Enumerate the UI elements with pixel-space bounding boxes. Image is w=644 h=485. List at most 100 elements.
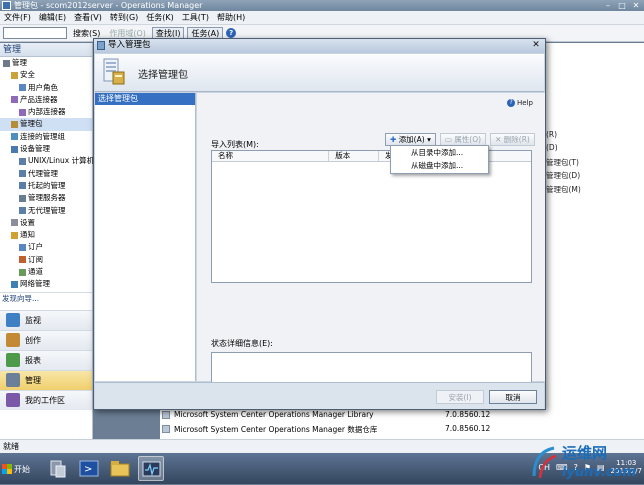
- wunderbar-button-3[interactable]: 管理: [0, 369, 92, 390]
- search-input[interactable]: [3, 27, 67, 39]
- wunderbar: 监视 创作报表管理我的工作区: [0, 309, 92, 410]
- nav-item-label: 管理包: [20, 119, 43, 129]
- operations-console-icon[interactable]: [138, 456, 164, 481]
- import-list-label: 导入列表(M):: [211, 140, 259, 149]
- help-label: Help: [517, 99, 533, 107]
- properties-icon: ▭: [444, 135, 452, 144]
- wunderbar-label: 报表: [25, 355, 41, 365]
- nav-item-label: 安全: [20, 70, 35, 80]
- menu-edit[interactable]: 编辑(E): [37, 12, 72, 23]
- wunderbar-button-2[interactable]: 报表: [0, 349, 92, 370]
- nav-item-17[interactable]: 通道: [0, 266, 92, 278]
- action-item[interactable]: 管理包(T): [546, 157, 579, 168]
- help-link[interactable]: ? Help: [507, 99, 533, 107]
- nav-item-label: 内部连接器: [28, 107, 66, 117]
- nav-item-12[interactable]: 无代理管理: [0, 205, 92, 217]
- nav-item-14[interactable]: 通知: [0, 229, 92, 241]
- dropdown-arrow-icon: ▾: [427, 135, 431, 144]
- nav-item-1[interactable]: 安全: [0, 69, 92, 81]
- nav-item-label: 产品连接器: [20, 94, 58, 104]
- menu-tasks[interactable]: 任务(K): [144, 12, 180, 23]
- workspace-icon: [6, 393, 20, 408]
- action-item[interactable]: (R): [546, 130, 557, 139]
- start-button[interactable]: 开始: [2, 460, 34, 478]
- network-icon: [11, 280, 18, 288]
- step-select-management-pack[interactable]: 选择管理包: [95, 93, 195, 105]
- workspace-icon: [6, 333, 20, 348]
- nav-item-8[interactable]: UNIX/Linux 计算机: [0, 155, 94, 167]
- action-item[interactable]: 管理包(D): [546, 170, 580, 181]
- nav-item-label: 管理: [12, 58, 27, 67]
- version-cell: 7.0.8560.12: [445, 424, 491, 433]
- menu-tools[interactable]: 工具(T): [180, 12, 215, 23]
- menu-go[interactable]: 转到(G): [108, 12, 144, 23]
- wizard-steps: 选择管理包: [95, 93, 196, 381]
- menu-file[interactable]: 文件(F): [2, 12, 37, 23]
- maximize-icon[interactable]: □: [616, 0, 628, 10]
- package-icon: [11, 120, 18, 128]
- nav-item-label: 代理管理: [28, 168, 58, 178]
- close-icon[interactable]: ✕: [530, 40, 542, 51]
- nav-item-10[interactable]: 托起的管理: [0, 180, 92, 192]
- nav-item-0[interactable]: 管理: [0, 57, 92, 69]
- nav-item-label: 订户: [28, 242, 43, 252]
- server-icon: [19, 194, 26, 202]
- action-item[interactable]: (D): [546, 143, 558, 152]
- remove-button-label: 删除(R): [503, 135, 530, 144]
- nav-item-label: 设备管理: [20, 144, 50, 154]
- window-title: 管理包 - scom2012server - Operations Manage…: [14, 1, 203, 10]
- close-icon[interactable]: ✕: [630, 0, 642, 10]
- menu-view[interactable]: 查看(V): [72, 12, 108, 23]
- add-from-disk-item[interactable]: 从磁盘中添加...: [391, 159, 488, 172]
- workspace-icon: [6, 313, 20, 328]
- device-icon: [11, 145, 18, 153]
- nav-item-2[interactable]: 用户角色: [0, 82, 92, 94]
- wunderbar-button-0[interactable]: 监视: [0, 309, 92, 330]
- windows-logo-icon: [2, 464, 12, 474]
- add-from-catalog-item[interactable]: 从目录中添加...: [391, 146, 488, 159]
- powershell-icon[interactable]: >: [76, 456, 102, 481]
- lock-icon: [11, 71, 18, 79]
- action-item[interactable]: 管理包(M): [546, 184, 581, 195]
- table-row[interactable]: Microsoft System Center Operations Manag…: [174, 410, 374, 419]
- subscriber-icon: [19, 243, 26, 251]
- gear-icon: [3, 59, 10, 67]
- remove-button[interactable]: ✕ 删除(R): [490, 133, 535, 146]
- nav-item-18[interactable]: 网络管理: [0, 278, 92, 290]
- help-icon[interactable]: ?: [226, 28, 237, 38]
- wunderbar-button-1[interactable]: 创作: [0, 329, 92, 350]
- server-manager-icon[interactable]: [44, 456, 70, 481]
- install-button[interactable]: 安装(I): [436, 390, 484, 404]
- discovery-wizard-link[interactable]: 发现向导...: [0, 291, 92, 304]
- cancel-button[interactable]: 取消: [489, 390, 537, 404]
- wunderbar-label: 管理: [25, 375, 41, 385]
- nav-item-11[interactable]: 管理服务器: [0, 192, 92, 204]
- navigation-pane: 管理 管理 安全 用户角色 产品连接器 内部连接器 管理包 连接的管理组 设备管理 UNIX/L…: [0, 43, 94, 439]
- bell-icon: [11, 231, 18, 239]
- nav-item-13[interactable]: 设置: [0, 217, 92, 229]
- nav-item-3[interactable]: 产品连接器: [0, 94, 92, 106]
- management-pack-list: Microsoft System Center Operations Manag…: [160, 408, 546, 439]
- management-pack-icon: [103, 58, 125, 85]
- table-row[interactable]: Microsoft System Center Operations Manag…: [174, 424, 377, 435]
- nav-item-label: 通道: [28, 267, 43, 277]
- column-header-version[interactable]: 版本: [329, 151, 379, 161]
- nav-item-9[interactable]: 代理管理: [0, 168, 92, 180]
- column-header-name[interactable]: 名称: [212, 151, 330, 161]
- explorer-icon[interactable]: [107, 456, 133, 481]
- wunderbar-button-4[interactable]: 我的工作区: [0, 389, 92, 410]
- menu-help[interactable]: 帮助(H): [215, 12, 251, 23]
- computer-icon: [19, 207, 26, 215]
- dialog-title: 导入管理包: [108, 40, 151, 50]
- nav-item-7[interactable]: 设备管理: [0, 143, 92, 155]
- nav-item-15[interactable]: 订户: [0, 241, 92, 253]
- nav-item-5[interactable]: 管理包: [0, 118, 92, 131]
- minimize-icon[interactable]: –: [602, 0, 614, 10]
- nav-item-label: 通知: [20, 230, 35, 240]
- nav-item-4[interactable]: 内部连接器: [0, 106, 92, 118]
- actions-pane: (R) (D) 管理包(T) 管理包(D) 管理包(M): [546, 43, 644, 439]
- nav-item-16[interactable]: 订阅: [0, 254, 92, 266]
- svg-text:>: >: [84, 464, 92, 475]
- app-icon: [2, 1, 11, 10]
- nav-item-6[interactable]: 连接的管理组: [0, 131, 92, 143]
